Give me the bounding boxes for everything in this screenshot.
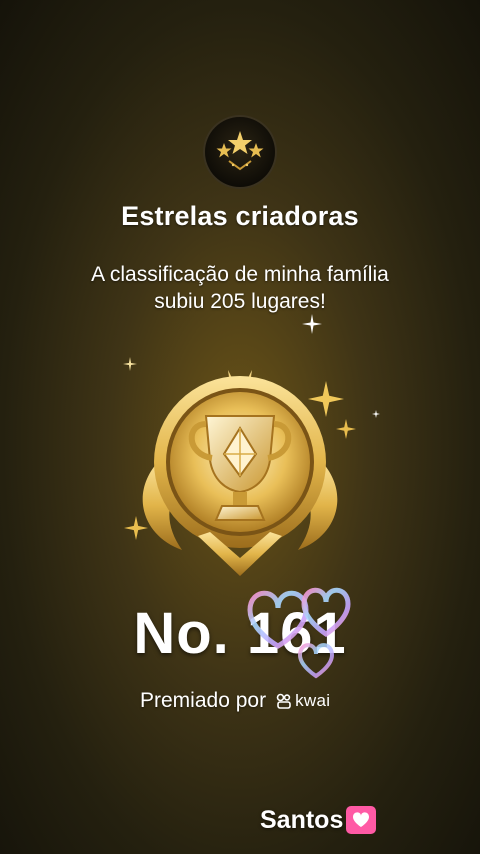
achievement-title: Estrelas criadoras — [121, 201, 359, 231]
gold-trophy-emblem-icon — [142, 370, 338, 576]
description-line-2: subiu 205 lugares! — [154, 290, 326, 313]
stars-badge-icon — [205, 117, 275, 187]
sparkle-icon — [372, 410, 380, 418]
achievement-description: A classificação de minha família subiu 2… — [40, 261, 440, 315]
user-watermark: Santos — [260, 805, 377, 835]
kwai-logo: kwai — [276, 691, 330, 711]
family-rank: No. 161 — [133, 601, 347, 666]
kwai-logo-icon — [276, 693, 291, 709]
pink-heart-icon — [346, 806, 377, 834]
kwai-brand-text: kwai — [295, 691, 331, 710]
watermark-text: Santos — [260, 805, 344, 834]
awarded-by: Premiado por kwai — [140, 688, 330, 714]
awarded-by-label: Premiado por — [140, 689, 267, 712]
sparkle-icon — [302, 314, 322, 334]
description-line-1: A classificação de minha família — [91, 263, 389, 286]
